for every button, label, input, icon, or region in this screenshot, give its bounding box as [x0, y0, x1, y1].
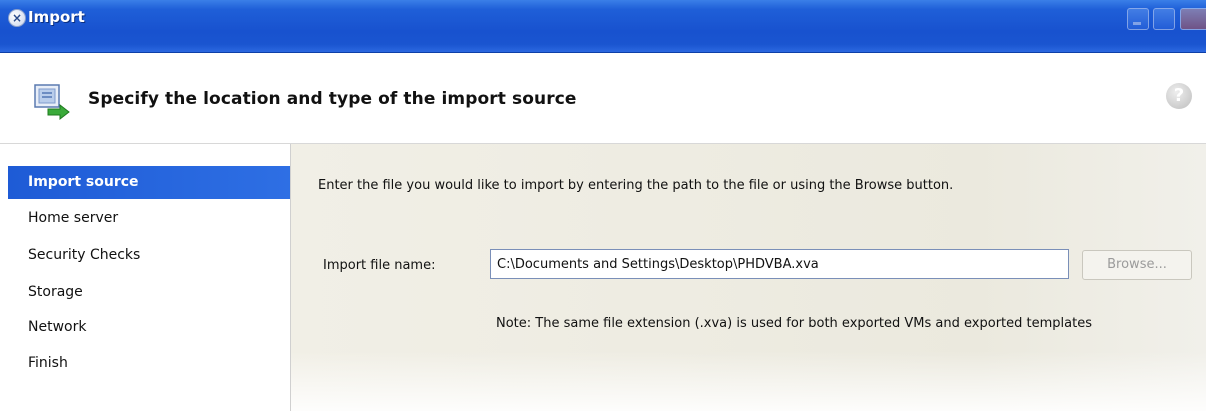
- nav-item-home-server[interactable]: Home server: [8, 202, 290, 235]
- nav-item-storage[interactable]: Storage: [8, 276, 290, 309]
- minimize-button[interactable]: [1127, 8, 1149, 30]
- wizard-header: Specify the location and type of the imp…: [0, 53, 1206, 144]
- nav-item-import-source[interactable]: Import source: [8, 166, 290, 199]
- nav-item-security-checks[interactable]: Security Checks: [8, 239, 290, 272]
- close-button[interactable]: [1180, 8, 1206, 30]
- maximize-button[interactable]: [1153, 8, 1175, 30]
- import-arrow-icon: [34, 84, 70, 121]
- help-icon[interactable]: ?: [1166, 83, 1192, 109]
- file-name-label: Import file name:: [323, 258, 436, 273]
- instructions-text: Enter the file you would like to import …: [318, 178, 954, 193]
- note-text: Note: The same file extension (.xva) is …: [496, 316, 1092, 331]
- window-title: Import: [28, 8, 85, 26]
- page-title: Specify the location and type of the imp…: [88, 89, 577, 109]
- nav-item-network[interactable]: Network: [8, 311, 290, 344]
- file-name-input[interactable]: [490, 249, 1069, 279]
- title-bar[interactable]: × Import: [0, 0, 1206, 53]
- wizard-steps-nav: Import source Home server Security Check…: [0, 144, 291, 411]
- main-panel: Enter the file you would like to import …: [291, 144, 1206, 411]
- nav-item-finish[interactable]: Finish: [8, 347, 290, 380]
- wizard-icon: ×: [8, 9, 26, 27]
- browse-button[interactable]: Browse...: [1082, 250, 1192, 280]
